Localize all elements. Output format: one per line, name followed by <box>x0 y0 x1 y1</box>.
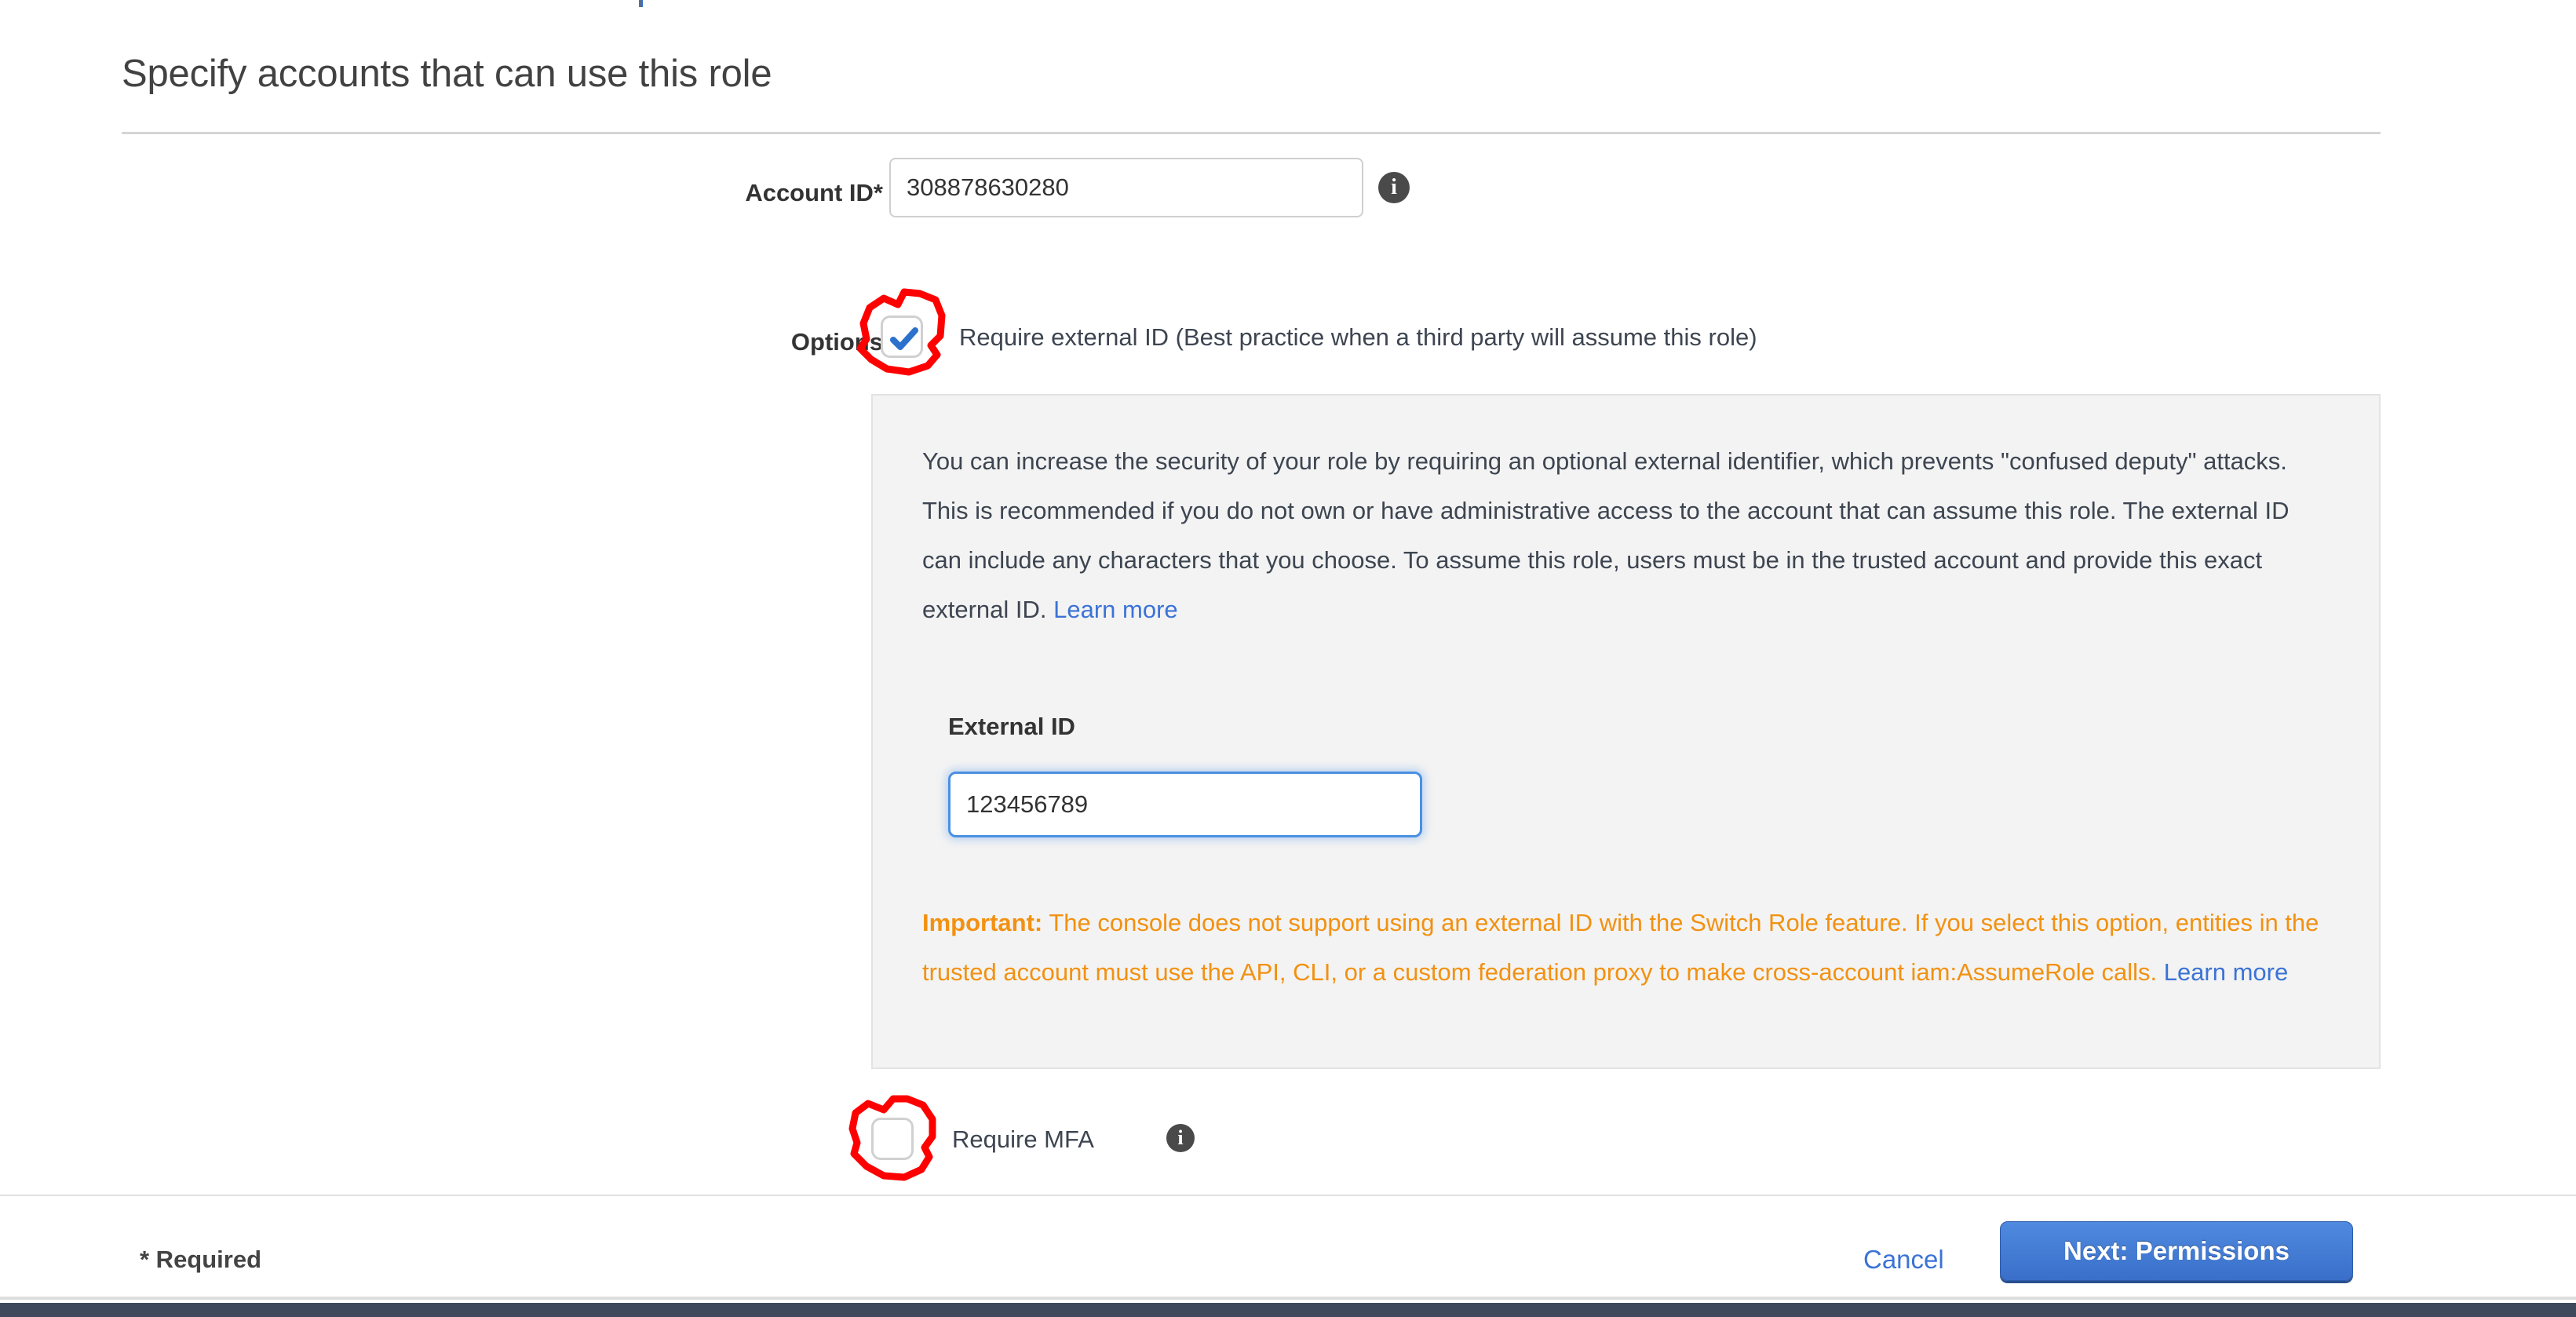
info-icon[interactable]: i <box>1166 1124 1195 1152</box>
warning-body: The console does not support using an ex… <box>922 909 2319 986</box>
info-icon[interactable]: i <box>1378 172 1410 203</box>
important-warning: Important: The console does not support … <box>922 898 2327 997</box>
cancel-button[interactable]: Cancel <box>1863 1245 1944 1275</box>
next-permissions-button[interactable]: Next: Permissions <box>2000 1221 2353 1281</box>
require-mfa-label[interactable]: Require MFA <box>952 1125 1094 1154</box>
bottom-separator <box>0 1297 2576 1300</box>
external-id-field-label: External ID <box>948 713 1075 740</box>
learn-more-link[interactable]: Learn more <box>1053 596 1178 623</box>
bottom-bar <box>0 1303 2576 1317</box>
warning-prefix: Important: <box>922 909 1043 936</box>
require-external-id-checkbox[interactable] <box>881 316 923 358</box>
require-external-id-label[interactable]: Require external ID (Best practice when … <box>959 323 1757 352</box>
role-trust-form-page: Specify accounts that can use this role … <box>0 0 2576 1317</box>
title-divider <box>122 132 2381 134</box>
warning-learn-more-link[interactable]: Learn more <box>2164 958 2289 986</box>
footer-divider <box>0 1195 2576 1196</box>
checkmark-icon <box>890 327 918 350</box>
external-id-description: You can increase the security of your ro… <box>922 436 2335 634</box>
required-note: * Required <box>140 1246 262 1273</box>
require-mfa-checkbox[interactable] <box>871 1118 914 1160</box>
account-id-label: Account ID* <box>745 179 883 206</box>
top-edge-artifact <box>639 0 643 7</box>
external-id-input[interactable] <box>948 772 1422 837</box>
options-label: Options <box>790 328 883 356</box>
account-id-input[interactable] <box>889 158 1363 217</box>
page-title: Specify accounts that can use this role <box>122 53 772 95</box>
